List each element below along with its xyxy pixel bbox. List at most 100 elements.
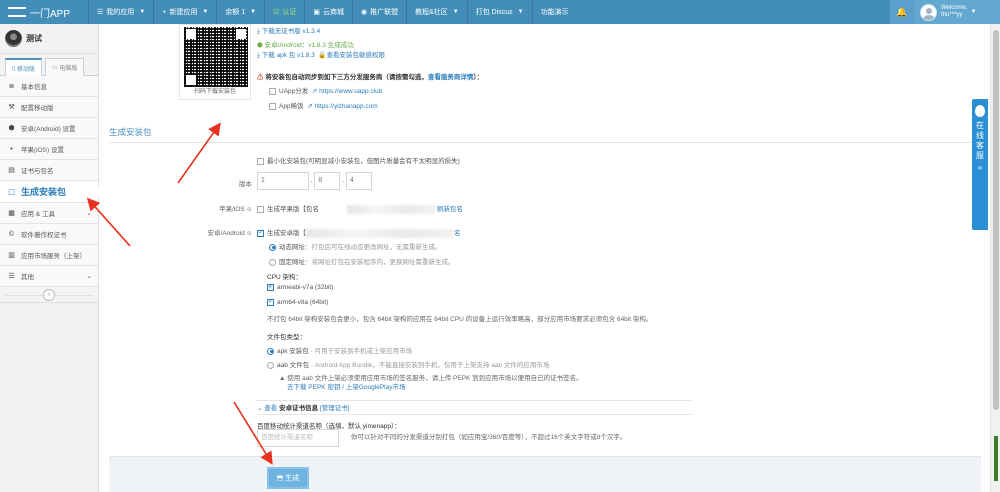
main-content: 扫码下载安装包 ⤓ 下载无证书版 v1.3.4 ⬢ 安卓/Android：v1.… xyxy=(99,24,990,492)
cpu-arm64-option[interactable]: arm64-v8a (64bit) xyxy=(267,297,328,306)
pkg-apk-radio[interactable] xyxy=(267,347,274,355)
info-icon: ⊕ xyxy=(246,230,252,237)
sidebar-item-2[interactable]: ⬢ 安卓(Android) 设置 xyxy=(0,118,98,139)
url-dynamic-option[interactable]: 动态网址：打包后可在线动态更改网址，无需重新生成。 xyxy=(269,241,442,251)
nav-item-label: 认证 xyxy=(282,9,297,16)
pkg-aab-radio[interactable] xyxy=(267,361,274,369)
cert-divider-top xyxy=(257,400,692,401)
vendor-yizhan-link[interactable]: ⇗ https://yizhanapp.com xyxy=(307,103,378,110)
channel-input[interactable]: 百度统计渠道名称 xyxy=(257,429,339,447)
chevron-down-icon: ▼ xyxy=(139,9,146,15)
scrollbar-thumb[interactable] xyxy=(993,30,999,410)
android-option[interactable]: 生成安卓版【名 xyxy=(257,227,461,238)
plus-icon: + xyxy=(162,8,167,16)
android-icon: ⬢ xyxy=(8,125,15,132)
chevron-down-icon: ⌄ xyxy=(86,273,92,280)
form-footer: ⬒ 生成 xyxy=(109,456,981,492)
download-old-link[interactable]: ⤓ 下载无证书版 v1.3.4 xyxy=(257,27,320,36)
minimize-option[interactable]: 最小化安装包(可明显减小安装包，但图片质量会有不太明显的损失) xyxy=(257,155,460,165)
grid-icon: ▦ xyxy=(8,210,15,217)
nav-item-2[interactable]: 余额 1 ▼ xyxy=(216,0,264,24)
ios-checkbox[interactable] xyxy=(257,205,264,213)
app-logo[interactable]: 一门APP xyxy=(0,0,88,24)
vendor-yizhan-checkbox[interactable] xyxy=(269,102,276,110)
vendor-details-link[interactable]: 查看服务商详情 xyxy=(428,74,474,81)
pkg-apk-option[interactable]: apk 安装包 - 可用于安装到手机或上架应用市场 xyxy=(267,345,412,355)
pkg-aab-option[interactable]: aab 文件包 - Android App Bundle，不能直接安装到手机，仅… xyxy=(267,359,549,369)
nav-item-1[interactable]: + 新建应用 ▼ xyxy=(153,0,216,24)
nav-item-4[interactable]: ▣ 云商城 xyxy=(304,0,352,24)
android-checkbox[interactable] xyxy=(257,228,264,237)
qr-code-image xyxy=(184,27,248,87)
chevron-down-icon: ▼ xyxy=(517,9,524,15)
refresh-package-link[interactable]: 刷新包名 xyxy=(437,206,463,213)
sidebar-item-label: 应用市场服务（上架） xyxy=(21,253,86,260)
qr-code-box: 扫码下载安装包 xyxy=(179,24,251,100)
chevron-down-icon: ▼ xyxy=(202,9,209,15)
nav-item-0[interactable]: ☰ 我的应用 ▼ xyxy=(88,0,153,24)
section-title: 生成安装包 xyxy=(109,127,152,137)
sidebar-item-4[interactable]: ▤ 证书与包名 xyxy=(0,160,98,181)
vendor-uapp[interactable]: UApp分发 ⇗ https://www.uapp.club xyxy=(269,85,382,95)
generate-button[interactable]: ⬒ 生成 xyxy=(267,467,309,489)
sidebar-item-5[interactable]: ⬚ 生成安装包 xyxy=(0,181,98,203)
nav-item-label: 我的应用 xyxy=(106,9,135,16)
nav-item-8[interactable]: 功能演示 xyxy=(531,0,577,24)
app-switcher[interactable]: 测试 xyxy=(0,24,98,54)
version-minor-input[interactable]: 8 xyxy=(314,172,341,190)
sidebar-item-label: 软件著作权证书 xyxy=(21,232,67,239)
manage-cert-link[interactable]: [管理证书] xyxy=(320,405,350,412)
android-status: ⬢ 安卓/Android：v1.8.3 生成成功 xyxy=(257,42,354,49)
sidebar-item-7[interactable]: © 软件著作权证书 xyxy=(0,224,98,245)
list-icon: ≣ xyxy=(8,83,15,90)
build-icon: ⬚ xyxy=(8,188,15,196)
calendar-icon: ▣ xyxy=(313,9,320,16)
version-patch-input[interactable]: 4 xyxy=(345,172,372,190)
sidebar-item-3[interactable]: • 苹果(iOS) 设置 xyxy=(0,139,98,160)
cpu-arm64-checkbox[interactable] xyxy=(267,297,274,306)
tab-desktop[interactable]: ▭ 电脑版 xyxy=(44,58,85,76)
checkbox-icon: ☑ xyxy=(273,9,280,16)
channel-row: 百度统计渠道名称 你可以针对不同的分发渠道分别打包（如应用宝/360/百度等），… xyxy=(257,429,626,447)
cert-info-toggle[interactable]: ⌄ 查看 安卓证书信息 [管理证书] xyxy=(257,402,350,412)
minimize-checkbox[interactable] xyxy=(257,157,264,165)
sidebar-item-1[interactable]: ⚒ 配置移动版 xyxy=(0,97,98,118)
nav-item-5[interactable]: ◉ 推广联盟 xyxy=(351,0,406,24)
chevron-left-icon: « xyxy=(977,163,983,172)
url-fixed-radio[interactable] xyxy=(269,258,276,266)
sidebar-item-9[interactable]: ☰ 其他 ⌄ xyxy=(0,266,98,287)
version-major-input[interactable]: 1 xyxy=(257,172,309,190)
certificate-icon: ▤ xyxy=(8,167,15,174)
vendor-uapp-checkbox[interactable] xyxy=(269,87,276,95)
nav-item-7[interactable]: 打包 Discuz ▼ xyxy=(466,0,532,24)
cpu-armv7-option[interactable]: armeabi-v7a (32bit) xyxy=(267,282,333,291)
nav-item-3[interactable]: ☑ 认证 xyxy=(264,0,304,24)
notification-bell-icon[interactable]: 🔔 xyxy=(890,0,914,24)
sidebar-item-8[interactable]: ▥ 应用市场服务（上架） xyxy=(0,245,98,266)
url-dynamic-radio[interactable] xyxy=(269,243,276,251)
sidebar-item-label: 其他 xyxy=(21,274,34,281)
user-menu[interactable]: Welcome, thu***yy ▼ xyxy=(914,0,1000,24)
cpu-armv7-checkbox[interactable] xyxy=(267,282,274,291)
avatar xyxy=(920,3,937,21)
sidebar-item-label: 应用 & 工具 xyxy=(21,211,55,218)
sidebar-item-label: 生成安装包 xyxy=(21,187,67,197)
view-permissions-link[interactable]: 🔒查看安装包敏感权限 xyxy=(318,52,385,59)
ios-option[interactable]: 生成苹果版【包名 刷新包名 xyxy=(257,203,463,214)
vendor-yizhan[interactable]: App稀饭 ⇗ https://yizhanapp.com xyxy=(269,100,378,110)
page-scrollbar[interactable] xyxy=(990,24,1000,492)
online-service-button[interactable]: 在线客服 « xyxy=(972,99,988,230)
sidebar-item-label: 苹果(iOS) 设置 xyxy=(21,147,64,154)
sidebar-collapse-button[interactable]: « xyxy=(0,287,98,303)
nav-item-6[interactable]: 教程&社区 ▼ xyxy=(406,0,467,24)
pepk-links[interactable]: 去下载 PEPK 密钥 / 上架GooglePlay市场 xyxy=(287,381,405,391)
platform-tabs: ▯ 移动版 ▭ 电脑版 xyxy=(0,54,98,77)
sidebar-item-6[interactable]: ▦ 应用 & 工具 ⌄ xyxy=(0,203,98,224)
top-navbar: 一门APP ☰ 我的应用 ▼ + 新建应用 ▼ 余额 1 ▼ ☑ 认证 ▣ 云商城 ◉ 推广联盟 教程&社区… xyxy=(0,0,1000,24)
download-apk-link[interactable]: ⤓ 下载 apk 包 v1.8.3 xyxy=(257,52,315,59)
tab-mobile[interactable]: ▯ 移动版 xyxy=(5,58,42,77)
url-fixed-option[interactable]: 固定网址：将网址打包在安装程序内，更换网址需重新生成。 xyxy=(269,256,455,266)
cpu-note: 不打包 64bit 架构安装包会更小，包含 64bit 架构的应用在 64bit… xyxy=(267,316,653,323)
vendor-uapp-link[interactable]: ⇗ https://www.uapp.club xyxy=(312,88,383,95)
sidebar-item-0[interactable]: ≣ 基本信息 xyxy=(0,76,98,97)
